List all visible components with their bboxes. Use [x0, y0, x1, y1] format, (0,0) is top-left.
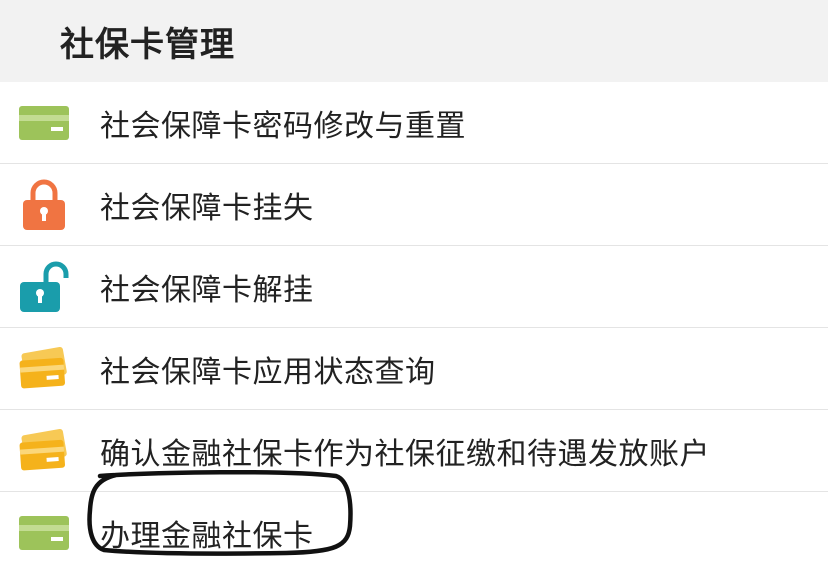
menu-item-apply-financial-card[interactable]: 办理金融社保卡	[0, 492, 828, 572]
menu-item-label: 社会保障卡挂失	[100, 190, 314, 226]
menu-item-password-reset[interactable]: 社会保障卡密码修改与重置	[0, 82, 828, 164]
menu-item-label: 社会保障卡应用状态查询	[100, 354, 436, 390]
menu-item-cancel-loss[interactable]: 社会保障卡解挂	[0, 246, 828, 328]
menu-item-label: 社会保障卡解挂	[100, 272, 314, 308]
menu-list: 社会保障卡密码修改与重置 社会保障卡挂失 社会保障卡解挂 社会保障卡应用状态查询…	[0, 82, 828, 572]
yellow-cards-icon	[18, 343, 70, 395]
social-security-card-management-page: 社保卡管理 社会保障卡密码修改与重置 社会保障卡挂失 社会保障卡解挂 社会保障卡…	[0, 0, 828, 572]
menu-item-report-loss[interactable]: 社会保障卡挂失	[0, 164, 828, 246]
unlocked-padlock-icon	[18, 261, 70, 313]
menu-item-label: 确认金融社保卡作为社保征缴和待遇发放账户	[100, 436, 710, 472]
page-header: 社保卡管理	[0, 0, 828, 82]
yellow-cards-icon	[18, 425, 70, 477]
locked-padlock-icon	[18, 179, 70, 231]
menu-item-label: 办理金融社保卡	[100, 519, 314, 554]
green-card-icon	[18, 97, 70, 149]
menu-item-status-query[interactable]: 社会保障卡应用状态查询	[0, 328, 828, 410]
menu-item-confirm-financial-account[interactable]: 确认金融社保卡作为社保征缴和待遇发放账户	[0, 410, 828, 492]
green-card-icon	[18, 507, 70, 559]
menu-item-label: 社会保障卡密码修改与重置	[100, 108, 466, 144]
page-title: 社保卡管理	[60, 24, 235, 65]
